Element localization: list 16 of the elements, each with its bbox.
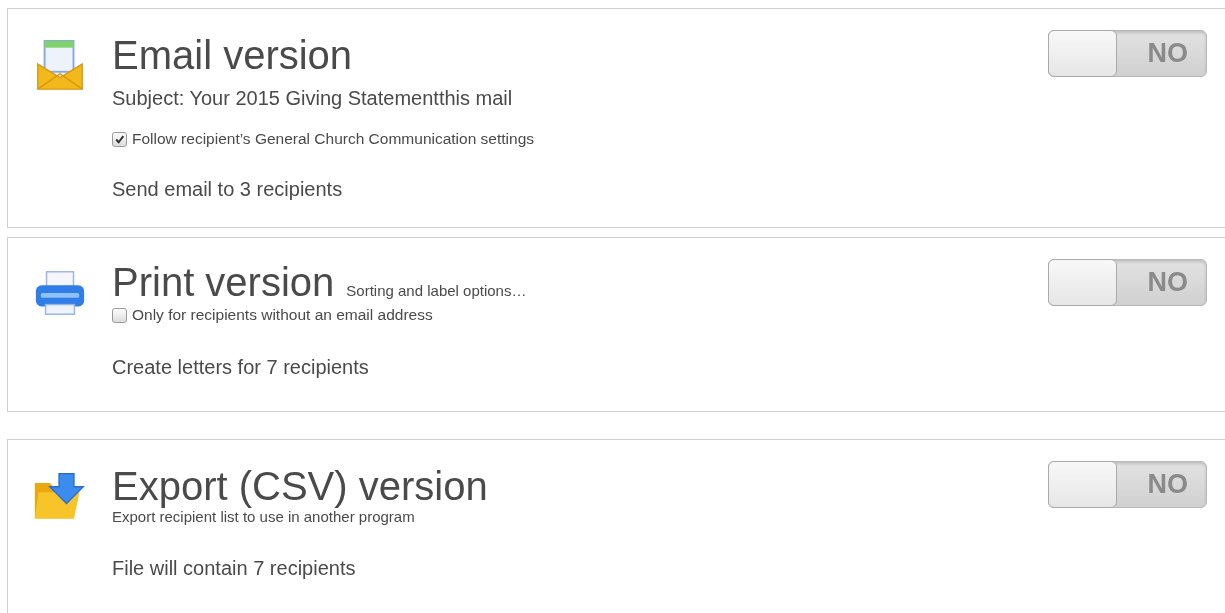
checkbox-label: Follow recipient’s General Church Communication settings [132,130,535,148]
section-title: Export (CSV) version [112,463,488,510]
checkbox[interactable] [112,131,127,147]
recipient-count: Send email to 3 recipients [112,178,344,201]
toggle-switch[interactable]: NO [1048,461,1207,508]
checkbox-label: Only for recipients without an email address [132,306,433,324]
recipient-count: Create letters for 7 recipients [112,356,370,379]
recipient-count: File will contain 7 recipients [112,557,357,580]
checkbox[interactable] [112,307,127,323]
toggle-switch[interactable]: NO [1048,30,1207,77]
description-text: Export recipient list to use in another program [112,508,416,525]
options-link[interactable]: Sorting and label options… [346,282,527,299]
section-title: Print version [112,259,335,306]
section-title: Email version [112,32,353,79]
subject-text: Subject: Your 2015 Giving Statementthis mail [112,87,514,110]
toggle-switch[interactable]: NO [1048,259,1207,306]
